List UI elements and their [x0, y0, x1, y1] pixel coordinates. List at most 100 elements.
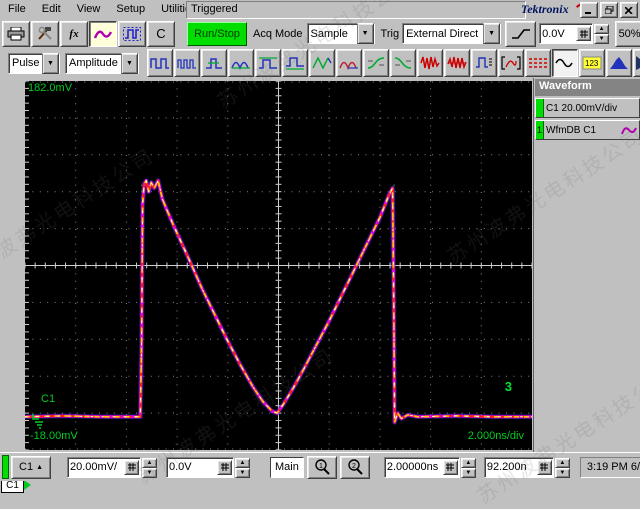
zoom2-button[interactable]: 2	[339, 455, 370, 479]
trig-level-field[interactable]: 0.0V	[539, 23, 594, 44]
meas-period-button[interactable]	[201, 49, 227, 77]
wfmdb-trace-icon	[621, 127, 637, 135]
close-button[interactable]	[620, 2, 638, 18]
graticule: 182.0mV -18.00mV 2.000ns/div 3 C1	[25, 81, 532, 450]
menu-view[interactable]: View	[69, 1, 109, 18]
vertical-offset-field[interactable]: 0.0V	[166, 456, 234, 478]
horizontal-delay-field[interactable]: 92.200n	[483, 456, 554, 478]
pos-width-icon	[150, 58, 169, 69]
spin-up-button[interactable]: ▲	[594, 24, 610, 34]
print-button[interactable]	[2, 20, 30, 47]
spin-up-button[interactable]: ▲	[554, 457, 570, 468]
chevron-down-icon[interactable]: ▼	[42, 52, 59, 74]
amplitude-icon	[312, 56, 332, 70]
zoom2-icon: 2	[348, 459, 363, 475]
measure-category-select[interactable]: Pulse ▼	[8, 52, 60, 74]
meas-amplitude-button[interactable]	[309, 49, 335, 77]
chevron-down-icon[interactable]: ▼	[483, 23, 501, 44]
set-50-button[interactable]: 50%	[615, 20, 640, 47]
pulse-params-icon	[476, 57, 492, 68]
spin-up-button[interactable]: ▲	[460, 457, 476, 468]
close-icon	[625, 6, 633, 14]
vertical-scale-field[interactable]: 20.00mV/	[67, 456, 141, 478]
display-vert-histogram-button[interactable]	[633, 49, 640, 77]
waveform-panel: Waveform C1 20.00mV/div 1 WfmDB C1	[533, 78, 640, 452]
jitter-pp-icon	[447, 56, 467, 70]
cursors-button[interactable]: C	[147, 20, 175, 47]
horizontal-scale-field[interactable]: 2.00000ns	[383, 456, 460, 478]
waveform-style-button[interactable]	[89, 20, 117, 47]
svg-text:123: 123	[585, 59, 599, 68]
zoom1-button[interactable]: 1	[306, 455, 337, 479]
meas-jitter-rms-button[interactable]	[417, 49, 443, 77]
wfmdb-button[interactable]: 1 WfmDB C1	[535, 120, 640, 140]
meas-gated-region-button[interactable]	[498, 49, 524, 77]
trig-slope-button[interactable]	[505, 20, 537, 47]
keypad-icon[interactable]	[536, 459, 552, 475]
channel-select-button[interactable]: C1 ▲	[11, 455, 51, 479]
display-sine-button[interactable]	[552, 49, 578, 77]
bottom-voltage-label: -18.00mV	[30, 430, 78, 442]
waveform-style-icon	[94, 30, 112, 38]
acq-mode-select[interactable]: Sample ▼	[306, 23, 375, 44]
keypad-icon[interactable]	[124, 459, 139, 475]
restore-icon	[604, 6, 613, 14]
fall-time-icon	[394, 57, 412, 69]
printer-icon	[7, 26, 25, 40]
spin-up-button[interactable]: ▲	[142, 457, 157, 468]
display-histogram-button[interactable]	[606, 49, 632, 77]
meas-pulse-params-button[interactable]	[471, 49, 497, 77]
meas-cycle-button[interactable]	[336, 49, 362, 77]
spin-down-button[interactable]: ▼	[554, 467, 570, 478]
timebase-label: 2.000ns/div	[467, 430, 524, 442]
keypad-icon[interactable]	[576, 26, 592, 41]
spin-up-button[interactable]: ▲	[235, 457, 250, 468]
zoom-pulse-button[interactable]	[118, 20, 146, 47]
math-button[interactable]: fx	[60, 20, 88, 47]
meas-jitter-pp-button[interactable]	[444, 49, 470, 77]
vertical-histogram-icon	[636, 56, 640, 70]
restore-button[interactable]	[600, 2, 618, 18]
meas-frequency-button[interactable]	[228, 49, 254, 77]
chevron-up-icon: ▲	[36, 463, 43, 471]
svg-text:1: 1	[319, 463, 323, 470]
channel-color-bar	[536, 99, 544, 117]
ground-icon	[32, 414, 43, 429]
zoom1-icon: 1	[315, 459, 330, 475]
horizontal-delay-stepper: ▲ ▼	[554, 457, 570, 478]
run-stop-button[interactable]: Run/Stop	[187, 21, 247, 46]
chevron-down-icon[interactable]: ▼	[121, 52, 138, 74]
menu-edit[interactable]: Edit	[34, 1, 69, 18]
marquee-pulse-icon	[123, 26, 141, 41]
meas-burst-width-button[interactable]	[174, 49, 200, 77]
trig-source-select[interactable]: External Direct ▼	[402, 23, 502, 44]
acq-mode-label: Acq Mode	[253, 27, 303, 40]
meas-pos-width-button[interactable]	[147, 49, 173, 77]
meas-high-level-button[interactable]	[255, 49, 281, 77]
channel-scale-button[interactable]: C1 20.00mV/div	[535, 98, 640, 118]
tools-button[interactable]	[31, 20, 59, 47]
spin-down-button[interactable]: ▼	[235, 467, 250, 478]
chevron-down-icon[interactable]: ▼	[356, 23, 374, 44]
measure-type-select[interactable]: Amplitude ▼	[65, 52, 139, 74]
horizontal-mode-button[interactable]: Main	[270, 456, 304, 478]
spin-down-button[interactable]: ▼	[142, 467, 157, 478]
meas-low-level-button[interactable]	[282, 49, 308, 77]
keypad-icon[interactable]	[442, 459, 458, 475]
menu-setup[interactable]: Setup	[108, 1, 153, 18]
meas-rise-time-button[interactable]	[363, 49, 389, 77]
spin-down-button[interactable]: ▼	[594, 34, 610, 44]
wfmdb-index-badge: 1	[536, 121, 544, 139]
spin-down-button[interactable]: ▼	[460, 467, 476, 478]
trig-slope-icon	[511, 28, 530, 39]
burst-width-icon	[177, 59, 196, 69]
channel-color-stripe	[2, 455, 9, 479]
menu-file[interactable]: File	[0, 1, 34, 18]
display-vectors-button[interactable]	[525, 49, 551, 77]
meas-fall-time-button[interactable]	[390, 49, 416, 77]
waveform-panel-header: Waveform	[535, 79, 640, 96]
minimize-button[interactable]	[580, 2, 598, 18]
keypad-icon[interactable]	[217, 459, 232, 475]
display-counter-button[interactable]: 123	[579, 49, 605, 77]
trace-label: C1	[41, 393, 56, 405]
